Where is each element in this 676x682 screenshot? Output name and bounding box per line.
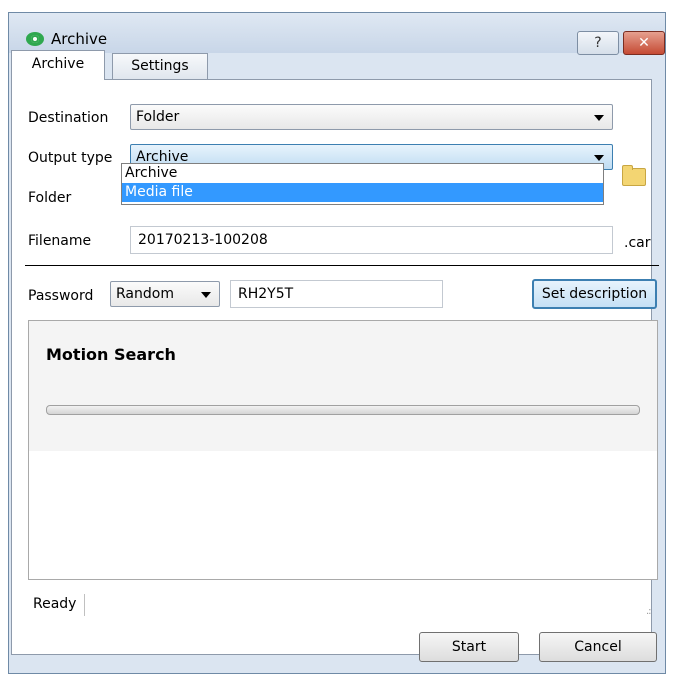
progress-bar [46, 405, 640, 415]
password-input[interactable]: RH2Y5T [230, 280, 443, 308]
status-text: Ready [33, 596, 77, 612]
destination-label: Destination [28, 110, 109, 126]
option-archive[interactable]: Archive [122, 164, 603, 183]
status-divider [84, 594, 85, 616]
output-type-dropdown: Archive Media file [121, 163, 604, 205]
separator [25, 265, 659, 266]
destination-select[interactable]: Folder [130, 104, 613, 130]
task-title: Motion Search [46, 345, 176, 364]
resize-grip-icon[interactable]: .: [646, 606, 651, 617]
tab-settings[interactable]: Settings [112, 53, 208, 79]
start-button[interactable]: Start [419, 632, 519, 662]
close-button[interactable]: ✕ [623, 31, 665, 55]
filename-label: Filename [28, 233, 92, 249]
chevron-down-icon [201, 292, 211, 298]
archive-eye-icon [26, 32, 44, 46]
filename-input[interactable]: 20170213-100208 [130, 226, 613, 254]
title-bar: Archive ? ✕ [9, 13, 665, 55]
help-button[interactable]: ? [577, 31, 619, 55]
folder-icon[interactable] [622, 165, 646, 186]
output-type-label: Output type [28, 150, 113, 166]
task-header: Motion Search [29, 321, 657, 451]
option-media-file[interactable]: Media file [122, 183, 603, 202]
tab-archive[interactable]: Archive [11, 50, 105, 80]
window-title: Archive [51, 30, 108, 48]
chevron-down-icon [594, 115, 604, 121]
password-label: Password [28, 288, 94, 304]
cancel-button[interactable]: Cancel [539, 632, 657, 662]
destination-value: Folder [136, 109, 180, 125]
chevron-down-icon [594, 155, 604, 161]
folder-label: Folder [28, 190, 72, 206]
password-mode-value: Random [116, 286, 174, 302]
set-description-button[interactable]: Set description [532, 279, 657, 309]
filename-extension: .car [624, 235, 651, 251]
password-mode-select[interactable]: Random [110, 281, 220, 307]
task-panel: Motion Search [28, 320, 658, 580]
